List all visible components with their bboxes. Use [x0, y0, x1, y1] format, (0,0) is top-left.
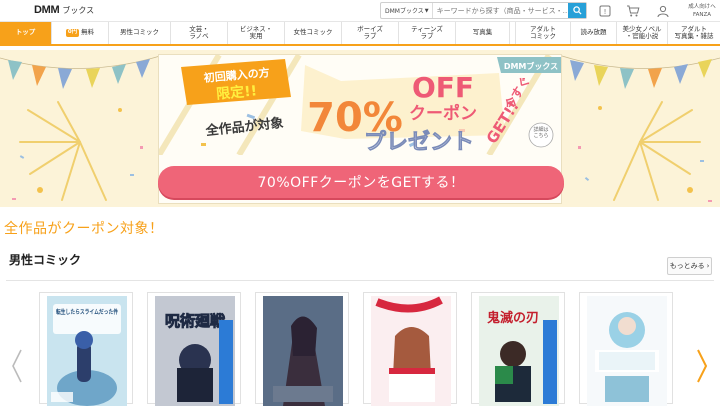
search-button[interactable] — [568, 3, 586, 18]
search-icon — [572, 6, 582, 15]
banner-present: プレゼント — [364, 130, 474, 155]
book-title: 鬼滅の刃 — [487, 310, 539, 326]
banner-off: OFF — [412, 71, 474, 104]
nav-tab-label: 女性コミック — [293, 28, 333, 37]
notification-icon[interactable]: ! — [598, 4, 612, 18]
nav-tab-unlimited[interactable]: 読み放題 — [571, 22, 617, 44]
search-scope-select[interactable]: DMMブックス ▼ — [381, 3, 433, 18]
search-bar: DMMブックス ▼ — [380, 2, 587, 19]
promo-heading: 全作品がクーポン対象！ — [4, 221, 164, 237]
nav-tab-label: ビジネス・ 実用 — [239, 24, 273, 40]
book-cover — [371, 296, 451, 406]
nav-tab-label: 読み放題 — [580, 28, 607, 37]
nav-tab-adult-novels[interactable]: 美少女ノベル ・官能小説 — [617, 22, 668, 44]
top-header: DMM ブックス DMMブックス ▼ ! 成人向けへ FANZA — [0, 0, 720, 22]
nav-tab-adult-photobooks[interactable]: アダルト 写真集・雑誌 — [668, 22, 720, 44]
get-coupon-label: 70%OFFクーポンをGETする！ — [257, 175, 465, 191]
section-title: 男性コミック — [9, 253, 82, 267]
book-cover: 鬼滅の刃 — [479, 296, 559, 406]
adult-switch-label: 成人向けへ — [688, 4, 716, 10]
logo-mark: DMM — [34, 4, 60, 16]
book-cover: 転生したらスライムだった件 — [47, 296, 127, 406]
adult-site-link[interactable]: 成人向けへ FANZA — [686, 3, 718, 19]
nav-tab-label: ボーイズ ラブ — [357, 24, 383, 40]
book-item[interactable] — [255, 292, 349, 406]
cart-icon[interactable] — [626, 4, 640, 18]
free-badge: 0円 — [65, 29, 80, 37]
book-cover — [587, 296, 667, 406]
nav-tab-teens-love[interactable]: ティーンズ ラブ — [399, 22, 456, 44]
more-button-label: もっとみる — [669, 262, 705, 270]
nav-tab-adult-comic[interactable]: アダルト コミック — [516, 22, 571, 44]
nav-tab-label: アダルト コミック — [530, 24, 556, 40]
book-item[interactable]: 呪術廻戦 — [147, 292, 241, 406]
nav-tab-novels[interactable]: 文芸・ ラノベ — [171, 22, 228, 44]
category-nav: トップ 0円 無料 男性コミック 文芸・ ラノベ ビジネス・ 実用 女性コミック … — [0, 22, 720, 46]
book-cover: 呪術廻戦 — [155, 296, 235, 406]
nav-tab-top[interactable]: トップ — [0, 22, 52, 44]
banner-badge-line2: 限定!! — [216, 82, 258, 102]
banner-brand-tag: DMMブックス — [504, 61, 558, 71]
section-divider — [6, 280, 714, 281]
search-scope-label: DMMブックス — [385, 8, 424, 15]
search-input[interactable] — [432, 6, 568, 15]
banner-all-items: 全作品が対象 — [204, 115, 284, 139]
nav-tab-label: 無料 — [81, 28, 95, 37]
get-coupon-button[interactable]: 70%OFFクーポンをGETする！ — [158, 166, 564, 198]
book-item[interactable] — [363, 292, 457, 406]
book-title: 転生したらスライムだった件 — [56, 308, 118, 316]
nav-tab-business[interactable]: ビジネス・ 実用 — [228, 22, 285, 44]
book-cover — [263, 296, 343, 406]
nav-tab-mens-comic[interactable]: 男性コミック — [109, 22, 171, 44]
banner-coupon: クーポン — [409, 103, 477, 124]
nav-tab-boys-love[interactable]: ボーイズ ラブ — [342, 22, 399, 44]
chevron-right-icon: › — [706, 262, 710, 270]
more-button[interactable]: もっとみる › — [667, 257, 712, 275]
nav-tab-label: 美少女ノベル ・官能小説 — [622, 24, 662, 40]
user-icon[interactable] — [656, 4, 670, 18]
hero-banner[interactable]: 初回購入の方 限定!! 全作品が対象 70% OFF クーポン プレゼント DM… — [0, 50, 720, 207]
details-link[interactable]: 詳細は こちら — [529, 127, 553, 139]
nav-tab-label: アダルト 写真集・雑誌 — [674, 24, 714, 40]
coupon-artwork: 初回購入の方 限定!! 全作品が対象 70% OFF クーポン プレゼント DM… — [159, 55, 561, 155]
nav-tab-label: 写真集 — [472, 28, 493, 37]
svg-text:!: ! — [604, 8, 607, 16]
nav-tab-label: 男性コミック — [120, 28, 159, 37]
adult-switch-brand: FANZA — [692, 12, 712, 18]
nav-tab-photobooks[interactable]: 写真集 — [456, 22, 510, 44]
chevron-down-icon: ▼ — [424, 7, 429, 14]
nav-tab-label: トップ — [15, 28, 36, 37]
book-item[interactable] — [579, 292, 673, 406]
carousel-next-button[interactable] — [695, 348, 709, 384]
logo-subtitle: ブックス — [62, 6, 95, 15]
nav-tab-label: 文芸・ ラノベ — [189, 24, 209, 40]
nav-tab-free[interactable]: 0円 無料 — [52, 22, 109, 44]
carousel-prev-button[interactable] — [10, 348, 24, 384]
nav-tab-womens-comic[interactable]: 女性コミック — [285, 22, 342, 44]
book-item[interactable]: 鬼滅の刃 — [471, 292, 565, 406]
nav-tab-label: ティーンズ ラブ — [411, 24, 443, 40]
book-title: 呪術廻戦 — [165, 312, 226, 330]
dmm-books-logo[interactable]: DMM ブックス — [34, 4, 94, 16]
book-item[interactable]: 転生したらスライムだった件 — [39, 292, 133, 406]
